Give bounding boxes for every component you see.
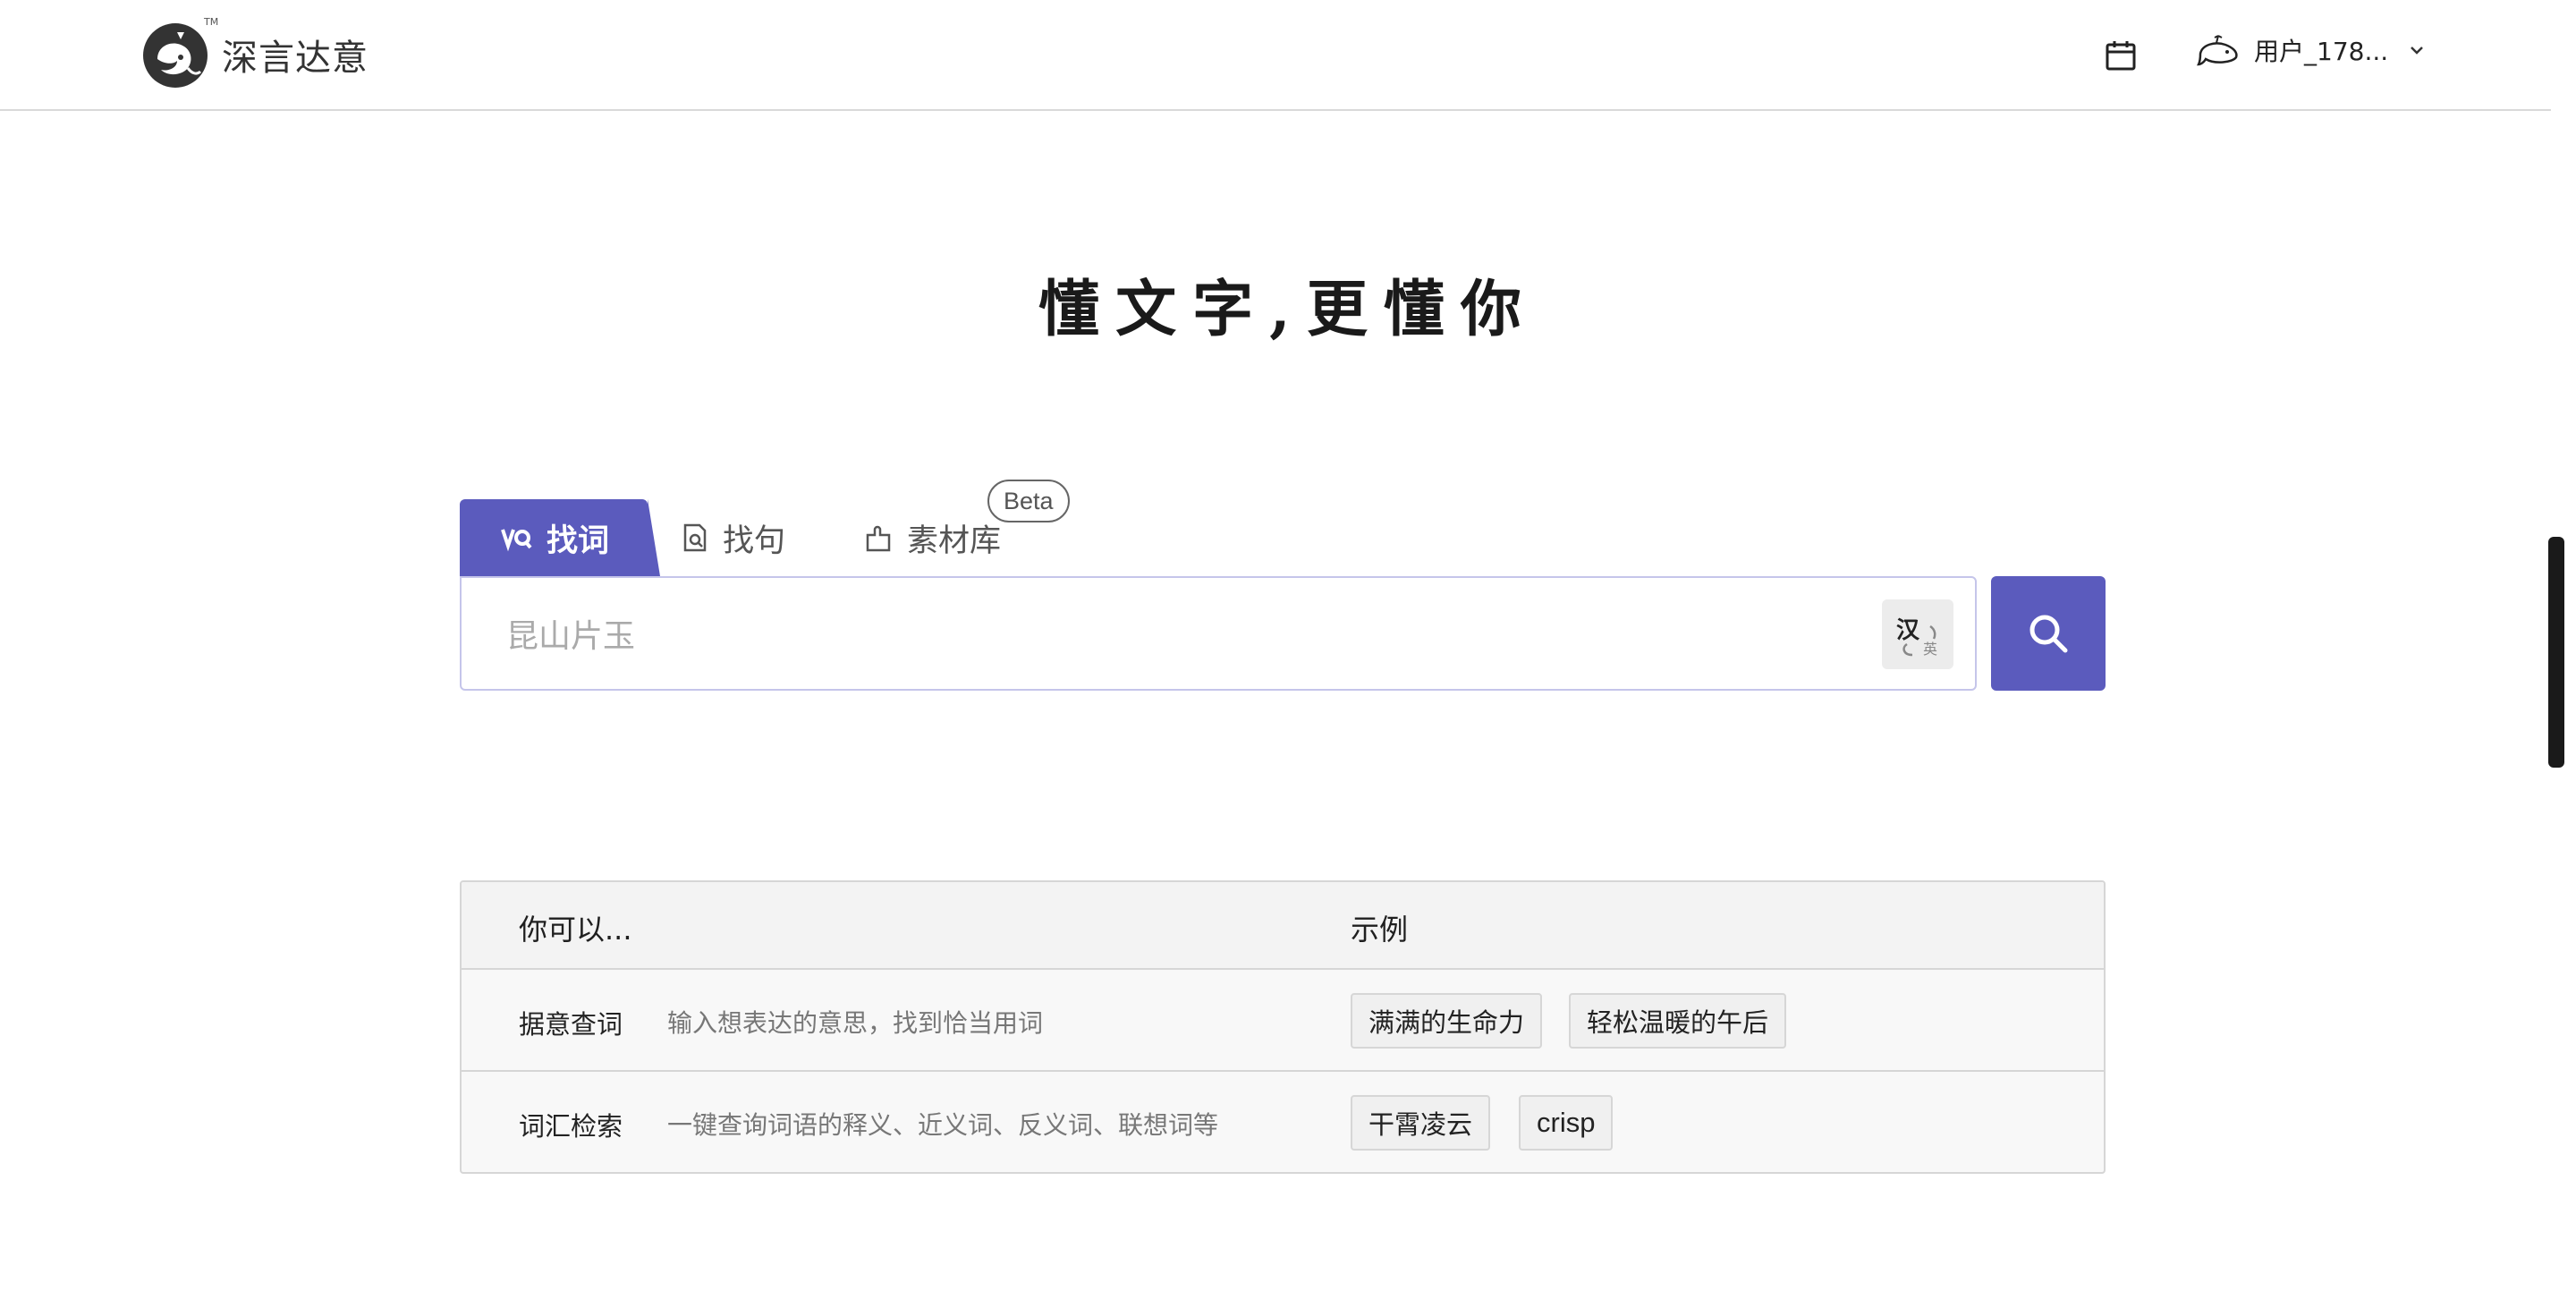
example-chip[interactable]: crisp: [1519, 1095, 1614, 1151]
tab-label: 找词: [546, 522, 609, 559]
brand-name: 深言达意: [222, 38, 369, 79]
search-mode-tabs: 找词 找句 素材库 Beta: [460, 480, 1175, 576]
user-menu[interactable]: 用户_178...: [2196, 32, 2426, 68]
chevron-down-icon: [2411, 47, 2424, 55]
row-description: 一键查询词语的释义、近义词、反义词、联想词等: [667, 1110, 1219, 1140]
language-secondary: 英: [1923, 641, 1938, 658]
row-description: 输入想表达的意思，找到恰当用词: [667, 1008, 1044, 1038]
tab-material-library[interactable]: 素材库: [864, 499, 1001, 576]
whale-logo-icon: TM: [141, 16, 218, 89]
top-header: TM 深言达意 用户_178...: [0, 0, 2576, 111]
word-search-icon: [501, 529, 532, 552]
scrollbar-thumb[interactable]: [2548, 537, 2564, 768]
brand-logo[interactable]: TM 深言达意: [141, 16, 369, 89]
sentence-search-icon: [683, 523, 707, 552]
example-chip[interactable]: 轻松温暖的午后: [1569, 993, 1787, 1049]
whale-avatar-icon: [2196, 32, 2241, 68]
calendar-icon[interactable]: [2104, 39, 2138, 72]
search-box: 汉 英: [460, 576, 1977, 691]
tab-find-sentence[interactable]: 找句: [680, 499, 785, 576]
trademark-mark: TM: [204, 16, 219, 28]
row-label: 据意查词: [519, 1009, 623, 1040]
search-icon: [2029, 615, 2068, 653]
tab-find-word[interactable]: 找词: [460, 499, 660, 576]
beta-badge: Beta: [987, 480, 1070, 522]
row-label: 词汇检索: [519, 1111, 623, 1142]
tab-label: 找句: [723, 522, 786, 559]
page-slogan: 懂文字,更懂你: [1038, 274, 1538, 345]
example-chip[interactable]: 满满的生命力: [1351, 993, 1543, 1049]
tab-label: 素材库: [907, 522, 1002, 559]
search-input[interactable]: [504, 610, 1832, 662]
language-toggle-button[interactable]: 汉 英: [1882, 599, 1953, 669]
table-row: 词汇检索 一键查询词语的释义、近义词、反义词、联想词等 干霄凌云 crisp: [462, 1072, 2104, 1172]
table-row: 据意查词 输入想表达的意思，找到恰当用词 满满的生命力 轻松温暖的午后: [462, 970, 2104, 1072]
language-primary: 汉: [1896, 617, 1920, 644]
usage-guide-table: 你可以... 示例 据意查词 输入想表达的意思，找到恰当用词 满满的生命力 轻松…: [460, 880, 2106, 1174]
table-header: 你可以... 示例: [462, 882, 2104, 970]
header-examples: 示例: [1351, 913, 1409, 947]
user-name: 用户_178...: [2254, 37, 2389, 66]
puzzle-icon: [866, 525, 891, 552]
example-chip[interactable]: 干霄凌云: [1351, 1095, 1491, 1151]
header-you-can: 你可以...: [519, 913, 632, 947]
search-button[interactable]: [1991, 576, 2106, 691]
